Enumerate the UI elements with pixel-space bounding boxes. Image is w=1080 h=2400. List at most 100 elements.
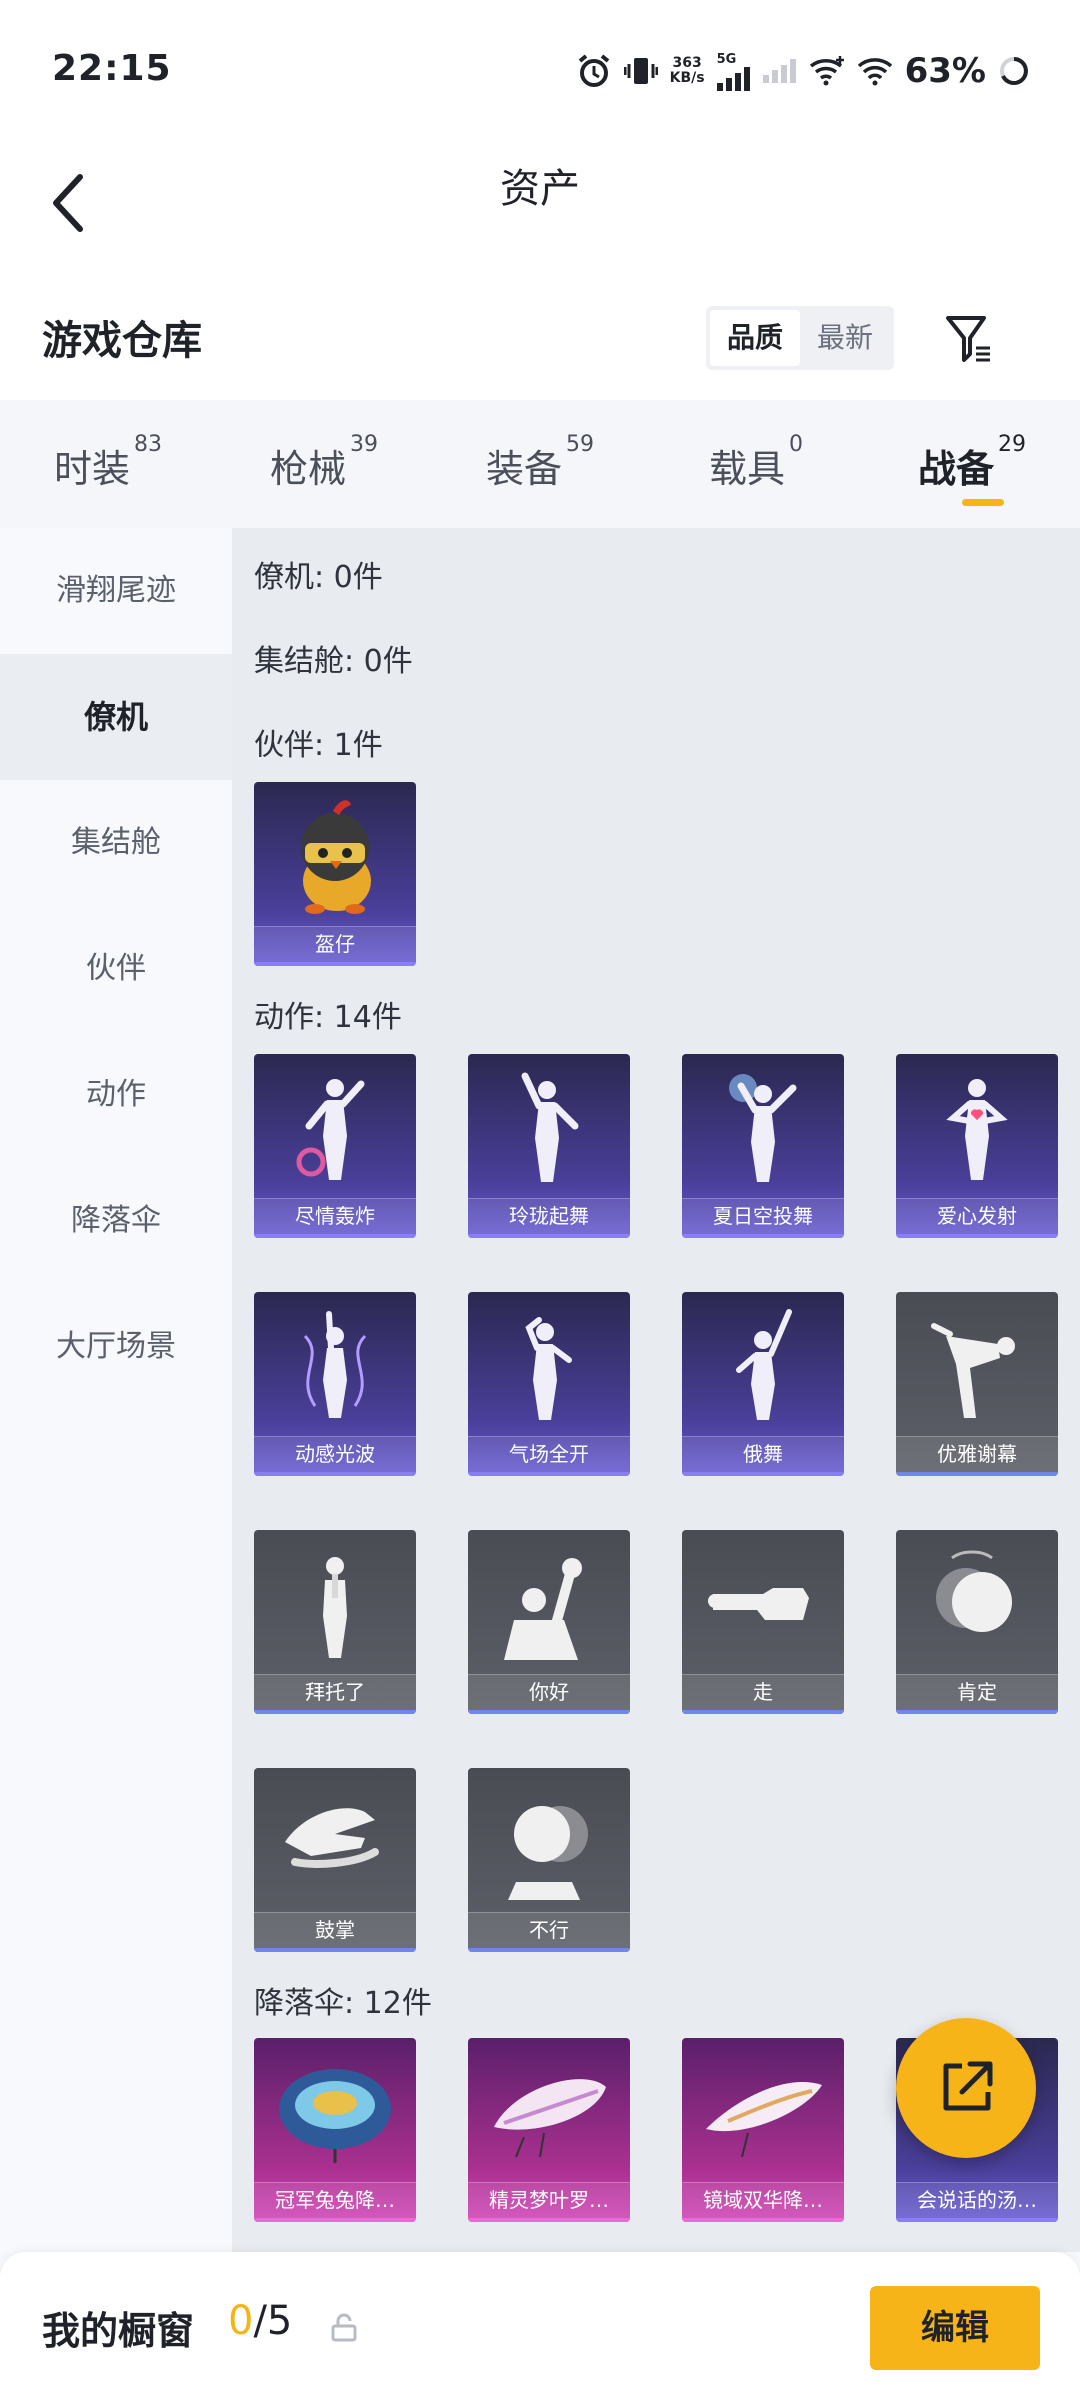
tab-guns[interactable]: 枪械 39 bbox=[216, 400, 432, 528]
dance-pose-icon bbox=[468, 1054, 630, 1202]
item-card[interactable]: 走 bbox=[682, 1530, 844, 1714]
item-card[interactable]: 玲珑起舞 bbox=[468, 1054, 630, 1238]
alarm-icon bbox=[578, 54, 609, 87]
parachute-icon bbox=[468, 2038, 630, 2186]
item-card[interactable]: 冠军兔兔降… bbox=[254, 2038, 416, 2222]
item-card[interactable]: 镜域双华降… bbox=[682, 2038, 844, 2222]
rarity-bar bbox=[468, 1710, 630, 1714]
heart-pose-icon bbox=[896, 1054, 1058, 1202]
item-name: 动感光波 bbox=[254, 1436, 416, 1472]
item-card[interactable]: 鼓掌 bbox=[254, 1768, 416, 1952]
share-button[interactable] bbox=[896, 2018, 1036, 2158]
chick-helmet-icon bbox=[254, 782, 416, 930]
sidebar-item-wingman[interactable]: 僚机 bbox=[0, 654, 232, 780]
showcase-count: 0/5 bbox=[228, 2298, 293, 2344]
sidebar-item-glide-trail[interactable]: 滑翔尾迹 bbox=[0, 528, 232, 654]
rarity-bar bbox=[682, 1234, 844, 1238]
tab-active-indicator bbox=[962, 499, 1004, 506]
tab-vehicles[interactable]: 载具 0 bbox=[648, 400, 864, 528]
filter-button[interactable] bbox=[940, 308, 1000, 368]
dance-pose-icon bbox=[254, 1292, 416, 1440]
tab-fashion[interactable]: 时装 83 bbox=[0, 400, 216, 528]
item-name: 你好 bbox=[468, 1674, 630, 1710]
section-pod: 集结舱: 0件 bbox=[254, 644, 413, 679]
signal-icon bbox=[716, 66, 750, 91]
sidebar-item-partner[interactable]: 伙伴 bbox=[0, 906, 232, 1032]
item-name: 俄舞 bbox=[682, 1436, 844, 1472]
status-time: 22:15 bbox=[52, 48, 172, 89]
dance-pose-icon bbox=[254, 1054, 416, 1202]
item-card[interactable]: 优雅谢幕 bbox=[896, 1292, 1058, 1476]
net-speed: 363 KB/s bbox=[669, 55, 705, 86]
rarity-bar bbox=[896, 1472, 1058, 1476]
item-card[interactable]: 拜托了 bbox=[254, 1530, 416, 1714]
bow-pose-icon bbox=[896, 1292, 1058, 1440]
battery-ring-icon bbox=[1000, 57, 1028, 85]
external-link-icon bbox=[943, 2061, 993, 2111]
rarity-bar bbox=[896, 1710, 1058, 1714]
category-tabs: 时装 83 枪械 39 装备 59 载具 0 战备 29 bbox=[0, 400, 1080, 528]
item-name: 冠军兔兔降… bbox=[254, 2182, 416, 2218]
edit-button[interactable]: 编辑 bbox=[870, 2286, 1040, 2370]
clap-hands-icon bbox=[254, 1768, 416, 1916]
rarity-bar bbox=[468, 1472, 630, 1476]
item-card[interactable]: 盔仔 bbox=[254, 782, 416, 966]
sidebar-item-pod[interactable]: 集结舱 bbox=[0, 780, 232, 906]
item-name: 镜域双华降… bbox=[682, 2182, 844, 2218]
item-name: 尽情轰炸 bbox=[254, 1198, 416, 1234]
wifi-plus-icon bbox=[809, 56, 844, 86]
rarity-bar bbox=[254, 1472, 416, 1476]
item-card[interactable]: 气场全开 bbox=[468, 1292, 630, 1476]
wave-hand-icon bbox=[468, 1530, 630, 1678]
item-card[interactable]: 不行 bbox=[468, 1768, 630, 1952]
rarity-bar bbox=[468, 1234, 630, 1238]
item-name: 走 bbox=[682, 1674, 844, 1710]
item-name: 精灵梦叶罗… bbox=[468, 2182, 630, 2218]
tab-combat-gear[interactable]: 战备 29 bbox=[864, 400, 1080, 528]
sort-toggle: 品质 最新 bbox=[706, 306, 894, 370]
rarity-bar bbox=[468, 2218, 630, 2222]
wifi-icon bbox=[857, 58, 892, 86]
item-name: 盔仔 bbox=[254, 926, 416, 962]
tab-equipment[interactable]: 装备 59 bbox=[432, 400, 648, 528]
sidebar: 滑翔尾迹 僚机 集结舱 伙伴 动作 降落伞 大厅场景 bbox=[0, 528, 232, 2252]
item-name: 玲珑起舞 bbox=[468, 1198, 630, 1234]
sort-newest[interactable]: 最新 bbox=[800, 310, 890, 366]
showcase-label: 我的橱窗 bbox=[42, 2309, 195, 2353]
dance-pose-icon bbox=[682, 1054, 844, 1202]
nod-head-icon bbox=[896, 1530, 1058, 1678]
vibrate-icon bbox=[623, 58, 658, 84]
item-card[interactable]: 尽情轰炸 bbox=[254, 1054, 416, 1238]
item-card[interactable]: 精灵梦叶罗… bbox=[468, 2038, 630, 2222]
showcase-bar: 我的橱窗 0/5 编辑 bbox=[0, 2252, 1080, 2400]
sidebar-item-emote[interactable]: 动作 bbox=[0, 1032, 232, 1158]
sidebar-item-lobby-scene[interactable]: 大厅场景 bbox=[0, 1284, 232, 1410]
item-name: 拜托了 bbox=[254, 1674, 416, 1710]
app-header: 资产 bbox=[0, 140, 1080, 270]
item-card[interactable]: 你好 bbox=[468, 1530, 630, 1714]
item-card[interactable]: 肯定 bbox=[896, 1530, 1058, 1714]
item-grid: 僚机: 0件 集结舱: 0件 伙伴: 1件 盔仔 动作: 14件 尽情轰炸 玲珑… bbox=[232, 528, 1080, 2252]
item-name: 夏日空投舞 bbox=[682, 1198, 844, 1234]
section-wingman: 僚机: 0件 bbox=[254, 560, 383, 595]
item-name: 不行 bbox=[468, 1912, 630, 1948]
item-card[interactable]: 俄舞 bbox=[682, 1292, 844, 1476]
item-card[interactable]: 夏日空投舞 bbox=[682, 1054, 844, 1238]
sidebar-item-parachute[interactable]: 降落伞 bbox=[0, 1158, 232, 1284]
item-name: 爱心发射 bbox=[896, 1198, 1058, 1234]
cell-signal-5g: 5G bbox=[716, 52, 751, 91]
parachute-icon bbox=[254, 2038, 416, 2186]
sort-quality[interactable]: 品质 bbox=[710, 310, 800, 366]
section-partner: 伙伴: 1件 bbox=[254, 728, 383, 763]
shake-head-icon bbox=[468, 1768, 630, 1916]
rarity-bar bbox=[896, 1234, 1058, 1238]
dance-pose-icon bbox=[468, 1292, 630, 1440]
item-card[interactable]: 动感光波 bbox=[254, 1292, 416, 1476]
item-card[interactable]: 爱心发射 bbox=[896, 1054, 1058, 1238]
rarity-bar bbox=[682, 1710, 844, 1714]
parachute-icon bbox=[682, 2038, 844, 2186]
rarity-bar bbox=[254, 1234, 416, 1238]
warehouse-header: 游戏仓库 品质 最新 bbox=[0, 270, 1080, 400]
dance-pose-icon bbox=[682, 1292, 844, 1440]
item-name: 会说话的汤… bbox=[896, 2182, 1058, 2218]
